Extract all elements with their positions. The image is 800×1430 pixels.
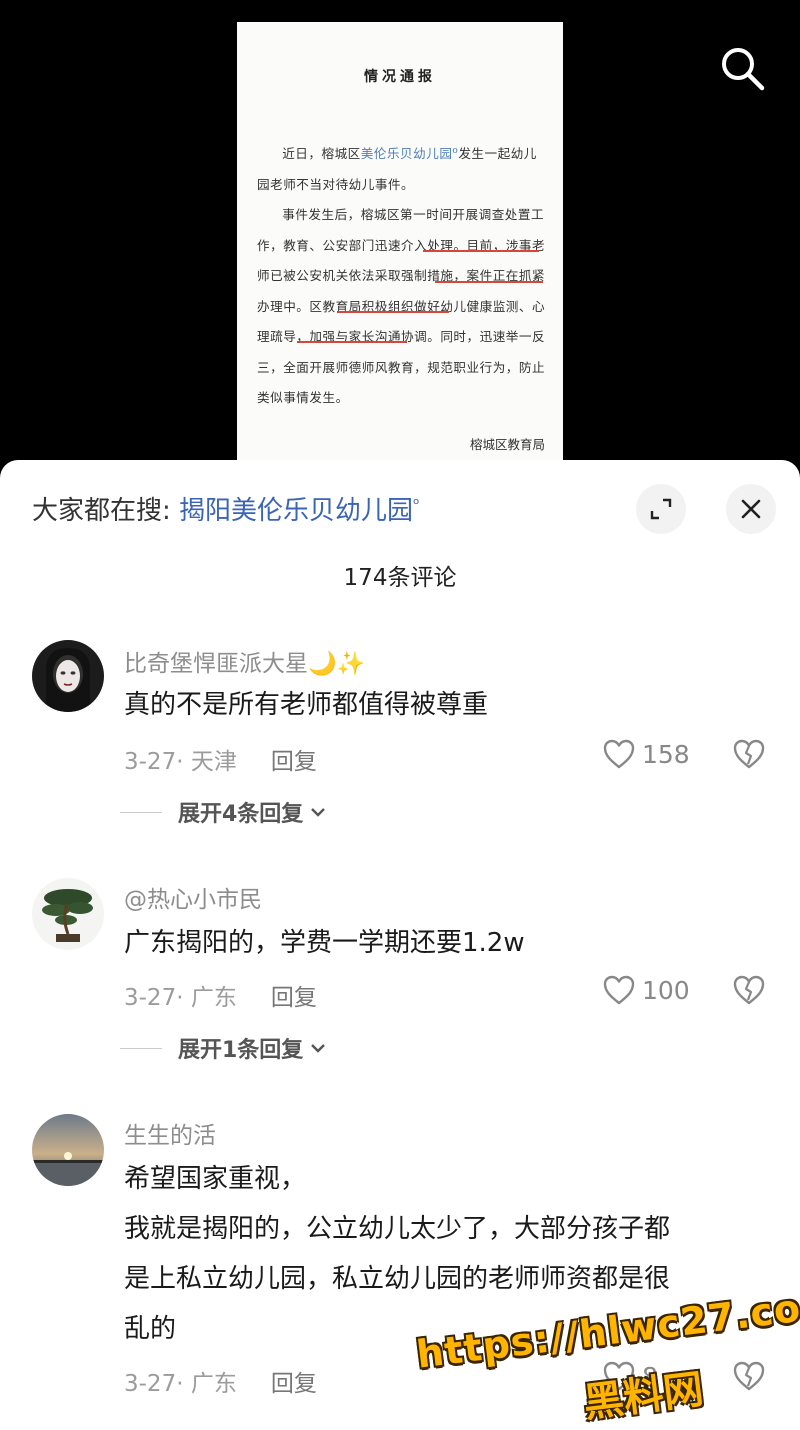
like-button[interactable]: 100 xyxy=(602,974,690,1006)
comment-text-line: 希望国家重视， xyxy=(124,1164,307,1194)
expand-replies-label: 展开1条回复 xyxy=(178,1038,304,1063)
search-suggestion-keyword[interactable]: 揭阳美伦乐贝幼儿园 xyxy=(179,496,413,526)
comment-username[interactable]: 生生的活 xyxy=(124,1116,216,1150)
small-search-icon: ᵒ xyxy=(413,494,420,514)
divider xyxy=(120,811,162,813)
like-count: 100 xyxy=(642,975,690,1005)
dislike-button[interactable] xyxy=(732,974,766,1010)
close-button[interactable] xyxy=(726,484,776,534)
close-icon xyxy=(741,499,761,519)
expand-replies-label: 展开4条回复 xyxy=(178,802,304,827)
divider xyxy=(120,1047,162,1049)
comment-meta: 3-27· 广东 回复 xyxy=(124,978,317,1012)
comment-count-title: 174条评论 xyxy=(343,565,457,591)
heart-icon xyxy=(603,739,635,769)
notice-paragraph-2: 事件发生后，榕城区第一时间开展调查处置工作，教育、公安部门迅速介入处理。目前，涉… xyxy=(257,207,546,406)
highlight-underline xyxy=(435,281,543,283)
notice-signature: 榕城区教育局 xyxy=(469,437,545,452)
comment-username[interactable]: @热心小市民 xyxy=(124,880,262,914)
search-suggestion-prefix: 大家都在搜: xyxy=(32,496,171,526)
reply-button[interactable]: 回复 xyxy=(271,985,317,1011)
reply-button[interactable]: 回复 xyxy=(271,1371,317,1397)
notice-paragraph-1: 近日，榕城区美伦乐贝幼儿园o发生一起幼儿园老师不当对待幼儿事件。 xyxy=(257,146,537,192)
comment-text-line: 我就是揭阳的，公立幼儿太少了，大部分孩子都 xyxy=(124,1214,671,1244)
comment-date-location: 3-27· 广东 xyxy=(124,1371,237,1397)
comment-meta: 3-27· 天津 回复 xyxy=(124,742,317,776)
video-area[interactable]: 情况通报 近日，榕城区美伦乐贝幼儿园o发生一起幼儿园老师不当对待幼儿事件。 事件… xyxy=(0,0,800,480)
dislike-button[interactable] xyxy=(732,738,766,774)
search-suggestion[interactable]: 大家都在搜: 揭阳美伦乐贝幼儿园ᵒ xyxy=(32,490,420,527)
heart-icon xyxy=(603,975,635,1005)
broken-heart-icon xyxy=(733,739,765,769)
comment-text-line: 是上私立幼儿园，私立幼儿园的老师师资都是很 xyxy=(124,1264,671,1294)
reply-button[interactable]: 回复 xyxy=(271,749,317,775)
expand-replies-button[interactable]: 展开4条回复 xyxy=(120,796,327,828)
highlight-underline xyxy=(423,250,539,252)
watermark-name: 黑料网 xyxy=(581,1366,706,1427)
expand-button[interactable] xyxy=(636,484,686,534)
broken-heart-icon xyxy=(733,975,765,1005)
expand-replies-button[interactable]: 展开1条回复 xyxy=(120,1032,327,1064)
search-icon xyxy=(722,48,765,91)
search-button[interactable] xyxy=(718,44,766,92)
notice-title: 情况通报 xyxy=(364,69,436,85)
comment-text: 真的不是所有老师都值得被尊重 xyxy=(124,690,489,720)
chevron-down-icon xyxy=(311,1044,326,1053)
comment-text: 广东揭阳的，学费一学期还要1.2w xyxy=(124,928,525,958)
chevron-down-icon xyxy=(311,808,326,817)
comment-meta: 3-27· 广东 回复 xyxy=(124,1364,317,1398)
comment-date-location: 3-27· 广东 xyxy=(124,985,237,1011)
highlight-underline xyxy=(297,341,407,343)
notice-document: 情况通报 近日，榕城区美伦乐贝幼儿园o发生一起幼儿园老师不当对待幼儿事件。 事件… xyxy=(237,22,563,462)
avatar[interactable] xyxy=(32,640,104,712)
notice-keyword-link: 美伦乐贝幼儿园 xyxy=(360,146,453,162)
expand-icon xyxy=(650,498,672,520)
comment-username[interactable]: 比奇堡悍匪派大星🌙✨ xyxy=(124,644,365,678)
highlight-underline xyxy=(337,311,449,313)
like-button[interactable]: 158 xyxy=(602,738,690,770)
avatar[interactable] xyxy=(32,1114,104,1186)
like-count: 158 xyxy=(642,739,690,769)
comment-date-location: 3-27· 天津 xyxy=(124,749,237,775)
avatar[interactable] xyxy=(32,878,104,950)
notice-body: 近日，榕城区美伦乐贝幼儿园o发生一起幼儿园老师不当对待幼儿事件。 事件发生后，榕… xyxy=(257,136,547,414)
